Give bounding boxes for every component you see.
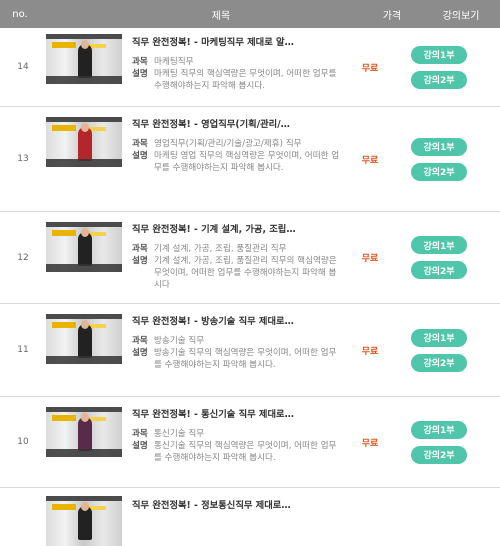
desc-label: 설명	[132, 69, 148, 79]
lecture-thumbnail[interactable]	[46, 117, 122, 167]
table-row: 직무 완전정복! - 정보통신직무 제대로…	[0, 488, 500, 546]
row-number: 12	[17, 252, 29, 263]
row-number: 14	[17, 62, 29, 72]
lecture-title-link[interactable]: 직무 완전정복! - 방송기술 직무 제대로…	[132, 313, 336, 327]
desc-label: 설명	[132, 441, 148, 451]
header-title: 제목	[211, 10, 231, 22]
row-number: 11	[17, 345, 29, 355]
header-no: no.	[12, 8, 28, 20]
price: 무료	[361, 63, 379, 74]
lecture-part2-button[interactable]: 강의2부	[411, 70, 467, 89]
lecture-part1-button[interactable]: 강의1부	[411, 45, 467, 64]
lecture-part1-button[interactable]: 강의1부	[411, 328, 467, 347]
price: 무료	[361, 254, 379, 264]
row-number: 10	[17, 437, 29, 447]
course-label: 과목	[132, 429, 148, 439]
price: 무료	[361, 346, 379, 357]
table-row: 11 직무 완전정복! - 방송기술 직무 제대로… 과목 방송기술 직무 설명 방…	[0, 304, 500, 397]
course-value: 통신기술 직무	[154, 429, 205, 439]
desc-value: 마케팅 영업 직무의 핵심역량은 무엇이며, 어떠한 업무를 수행해야하는지 파…	[154, 151, 340, 173]
lecture-part1-button[interactable]: 강의1부	[411, 137, 467, 156]
lecture-thumbnail[interactable]	[46, 222, 122, 272]
desc-value: 기계 설계, 가공, 조립, 품질관리 직무의 핵심역량은 무엇이며, 어떠한 …	[154, 256, 337, 290]
course-value: 방송기술 직무	[154, 336, 205, 346]
price: 무료	[361, 155, 379, 166]
lecture-thumbnail[interactable]	[46, 34, 122, 84]
course-label: 과목	[132, 336, 148, 346]
price: 무료	[361, 438, 379, 449]
lecture-part2-button[interactable]: 강의2부	[411, 353, 467, 372]
lecture-table: no. 제목 가격 강의보기 14 직무 완전정복! - 마케팅직무 제대로 알…	[0, 0, 500, 546]
lecture-title-link[interactable]: 직무 완전정복! - 통신기술 직무 제대로…	[132, 406, 336, 420]
lecture-thumbnail[interactable]	[46, 407, 122, 457]
row-number: 13	[17, 154, 29, 164]
lecture-title-link[interactable]: 직무 완전정복! - 정보통신직무 제대로…	[132, 497, 336, 511]
header-price: 가격	[382, 10, 402, 22]
desc-value: 방송기술 직무의 핵심역량은 무엇이며, 어떠한 업무를 수행해야하는지 파악해…	[154, 348, 337, 370]
lecture-part2-button[interactable]: 강의2부	[411, 162, 467, 181]
desc-value: 마케팅 직무의 핵심역량은 무엇이며, 어떠한 업무를 수행해야하는지 파악해 …	[154, 69, 337, 91]
lecture-thumbnail[interactable]	[46, 496, 122, 546]
course-value: 영업직무(기획/관리/기술/광고/제휴) 직무	[154, 139, 302, 149]
course-value: 마케팅직무	[154, 57, 194, 67]
lecture-part2-button[interactable]: 강의2부	[411, 261, 467, 279]
header-view: 강의보기	[442, 10, 480, 22]
lecture-part2-button[interactable]: 강의2부	[411, 445, 467, 464]
row-number	[0, 488, 46, 528]
course-label: 과목	[132, 139, 148, 149]
desc-label: 설명	[132, 256, 148, 266]
table-row: 13 직무 완전정복! - 영업직무(기획/관리/… 과목 영업직무(기획/관리/…	[0, 107, 500, 212]
course-label: 과목	[132, 57, 148, 67]
lecture-title-link[interactable]: 직무 완전정복! - 기계 설계, 가공, 조립…	[132, 221, 336, 235]
lecture-title-link[interactable]: 직무 완전정복! - 영업직무(기획/관리/…	[132, 116, 336, 130]
lecture-title-link[interactable]: 직무 완전정복! - 마케팅직무 제대로 알…	[132, 34, 336, 48]
table-row: 14 직무 완전정복! - 마케팅직무 제대로 알… 과목 마케팅직무 설명 마케팅…	[0, 28, 500, 107]
lecture-thumbnail[interactable]	[46, 314, 122, 364]
lecture-part1-button[interactable]: 강의1부	[411, 420, 467, 439]
desc-value: 통신기술 직무의 핵심역량은 무엇이며, 어떠한 업무를 수행해야하는지 파악해…	[154, 441, 337, 463]
desc-label: 설명	[132, 348, 148, 358]
table-row: 12 직무 완전정복! - 기계 설계, 가공, 조립… 과목기계 설계, 가공…	[0, 212, 500, 304]
table-header: no. 제목 가격 강의보기	[0, 0, 500, 28]
desc-label: 설명	[132, 151, 148, 161]
table-row: 10 직무 완전정복! - 통신기술 직무 제대로… 과목 통신기술 직무 설명 통…	[0, 397, 500, 488]
lecture-part1-button[interactable]: 강의1부	[411, 236, 467, 254]
course-label: 과목	[132, 244, 148, 254]
course-value: 기계 설계, 가공, 조립, 품질관리 직무	[154, 244, 287, 254]
